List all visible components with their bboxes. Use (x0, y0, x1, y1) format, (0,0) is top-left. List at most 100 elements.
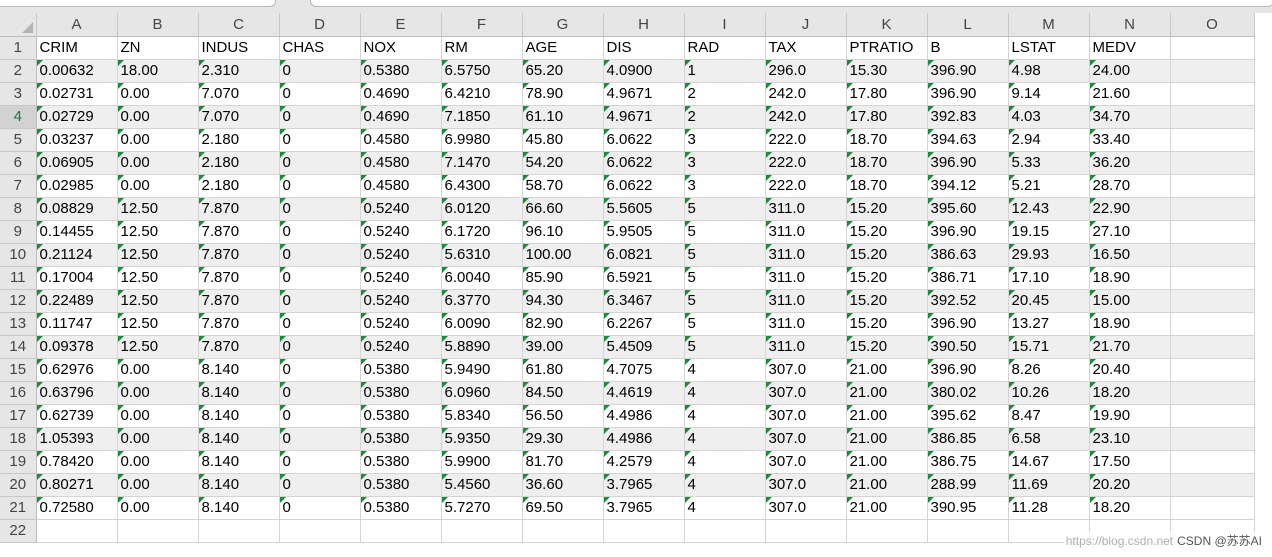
cell-n17[interactable]: 19.90 (1089, 404, 1171, 428)
cell-l9[interactable]: 396.90 (927, 220, 1009, 244)
cell-a1[interactable]: CRIM (36, 36, 118, 60)
cell-b20[interactable]: 0.00 (117, 473, 199, 497)
cell-m11[interactable]: 17.10 (1008, 266, 1090, 290)
cell-k7[interactable]: 18.70 (846, 174, 928, 198)
cell-m3[interactable]: 9.14 (1008, 82, 1090, 106)
cell-f8[interactable]: 6.0120 (441, 197, 523, 221)
row-header[interactable]: 16 (0, 381, 37, 405)
cell-c3[interactable]: 7.070 (198, 82, 280, 106)
cell-o13[interactable] (1170, 312, 1255, 336)
cell-f13[interactable]: 6.0090 (441, 312, 523, 336)
cell-b22[interactable] (117, 519, 199, 543)
row-header[interactable]: 11 (0, 266, 37, 290)
cell-o17[interactable] (1170, 404, 1255, 428)
cell-g12[interactable]: 94.30 (522, 289, 604, 313)
cell-l20[interactable]: 288.99 (927, 473, 1009, 497)
cell-d4[interactable]: 0 (279, 105, 361, 129)
cell-h6[interactable]: 6.0622 (603, 151, 685, 175)
column-header-b[interactable]: B (117, 13, 199, 37)
cell-a11[interactable]: 0.17004 (36, 266, 118, 290)
cell-j13[interactable]: 311.0 (765, 312, 847, 336)
cell-i13[interactable]: 5 (684, 312, 766, 336)
column-header-o[interactable]: O (1170, 13, 1255, 37)
cell-e16[interactable]: 0.5380 (360, 381, 442, 405)
cell-f15[interactable]: 5.9490 (441, 358, 523, 382)
cell-m5[interactable]: 2.94 (1008, 128, 1090, 152)
cell-o5[interactable] (1170, 128, 1255, 152)
cell-l11[interactable]: 386.71 (927, 266, 1009, 290)
column-header-a[interactable]: A (36, 13, 118, 37)
cell-i15[interactable]: 4 (684, 358, 766, 382)
cell-d1[interactable]: CHAS (279, 36, 361, 60)
cell-n8[interactable]: 22.90 (1089, 197, 1171, 221)
cell-b13[interactable]: 12.50 (117, 312, 199, 336)
cell-k11[interactable]: 15.20 (846, 266, 928, 290)
column-header-e[interactable]: E (360, 13, 442, 37)
cell-j6[interactable]: 222.0 (765, 151, 847, 175)
cell-k13[interactable]: 15.20 (846, 312, 928, 336)
cell-a19[interactable]: 0.78420 (36, 450, 118, 474)
cell-b14[interactable]: 12.50 (117, 335, 199, 359)
cell-b11[interactable]: 12.50 (117, 266, 199, 290)
cell-d8[interactable]: 0 (279, 197, 361, 221)
cell-a17[interactable]: 0.62739 (36, 404, 118, 428)
cell-j2[interactable]: 296.0 (765, 59, 847, 83)
cell-f22[interactable] (441, 519, 523, 543)
cell-j14[interactable]: 311.0 (765, 335, 847, 359)
cell-j18[interactable]: 307.0 (765, 427, 847, 451)
cell-h1[interactable]: DIS (603, 36, 685, 60)
cell-m10[interactable]: 29.93 (1008, 243, 1090, 267)
cell-j19[interactable]: 307.0 (765, 450, 847, 474)
cell-i16[interactable]: 4 (684, 381, 766, 405)
cell-a4[interactable]: 0.02729 (36, 105, 118, 129)
cell-e10[interactable]: 0.5240 (360, 243, 442, 267)
cell-g16[interactable]: 84.50 (522, 381, 604, 405)
cell-b12[interactable]: 12.50 (117, 289, 199, 313)
cell-f9[interactable]: 6.1720 (441, 220, 523, 244)
cell-o18[interactable] (1170, 427, 1255, 451)
cell-n14[interactable]: 21.70 (1089, 335, 1171, 359)
cell-o3[interactable] (1170, 82, 1255, 106)
cell-h2[interactable]: 4.0900 (603, 59, 685, 83)
cell-n18[interactable]: 23.10 (1089, 427, 1171, 451)
cell-m18[interactable]: 6.58 (1008, 427, 1090, 451)
cell-i7[interactable]: 3 (684, 174, 766, 198)
cell-b2[interactable]: 18.00 (117, 59, 199, 83)
cell-a12[interactable]: 0.22489 (36, 289, 118, 313)
cell-c18[interactable]: 8.140 (198, 427, 280, 451)
cell-i17[interactable]: 4 (684, 404, 766, 428)
cell-j12[interactable]: 311.0 (765, 289, 847, 313)
cell-n9[interactable]: 27.10 (1089, 220, 1171, 244)
row-header[interactable]: 4 (0, 105, 37, 129)
column-header-f[interactable]: F (441, 13, 523, 37)
cell-n15[interactable]: 20.40 (1089, 358, 1171, 382)
cell-e20[interactable]: 0.5380 (360, 473, 442, 497)
column-header-d[interactable]: D (279, 13, 361, 37)
cell-c14[interactable]: 7.870 (198, 335, 280, 359)
cell-o11[interactable] (1170, 266, 1255, 290)
cell-i11[interactable]: 5 (684, 266, 766, 290)
column-header-g[interactable]: G (522, 13, 604, 37)
cell-j1[interactable]: TAX (765, 36, 847, 60)
cell-m16[interactable]: 10.26 (1008, 381, 1090, 405)
cell-m1[interactable]: LSTAT (1008, 36, 1090, 60)
column-header-l[interactable]: L (927, 13, 1009, 37)
cell-d9[interactable]: 0 (279, 220, 361, 244)
cell-b19[interactable]: 0.00 (117, 450, 199, 474)
cell-d14[interactable]: 0 (279, 335, 361, 359)
cell-k18[interactable]: 21.00 (846, 427, 928, 451)
cell-e21[interactable]: 0.5380 (360, 496, 442, 520)
cell-o7[interactable] (1170, 174, 1255, 198)
row-header[interactable]: 5 (0, 128, 37, 152)
cell-f7[interactable]: 6.4300 (441, 174, 523, 198)
cell-j9[interactable]: 311.0 (765, 220, 847, 244)
cell-k1[interactable]: PTRATIO (846, 36, 928, 60)
cell-k14[interactable]: 15.20 (846, 335, 928, 359)
cell-e18[interactable]: 0.5380 (360, 427, 442, 451)
cell-m4[interactable]: 4.03 (1008, 105, 1090, 129)
cell-k20[interactable]: 21.00 (846, 473, 928, 497)
cell-o4[interactable] (1170, 105, 1255, 129)
cell-b17[interactable]: 0.00 (117, 404, 199, 428)
cell-l6[interactable]: 396.90 (927, 151, 1009, 175)
cell-e15[interactable]: 0.5380 (360, 358, 442, 382)
